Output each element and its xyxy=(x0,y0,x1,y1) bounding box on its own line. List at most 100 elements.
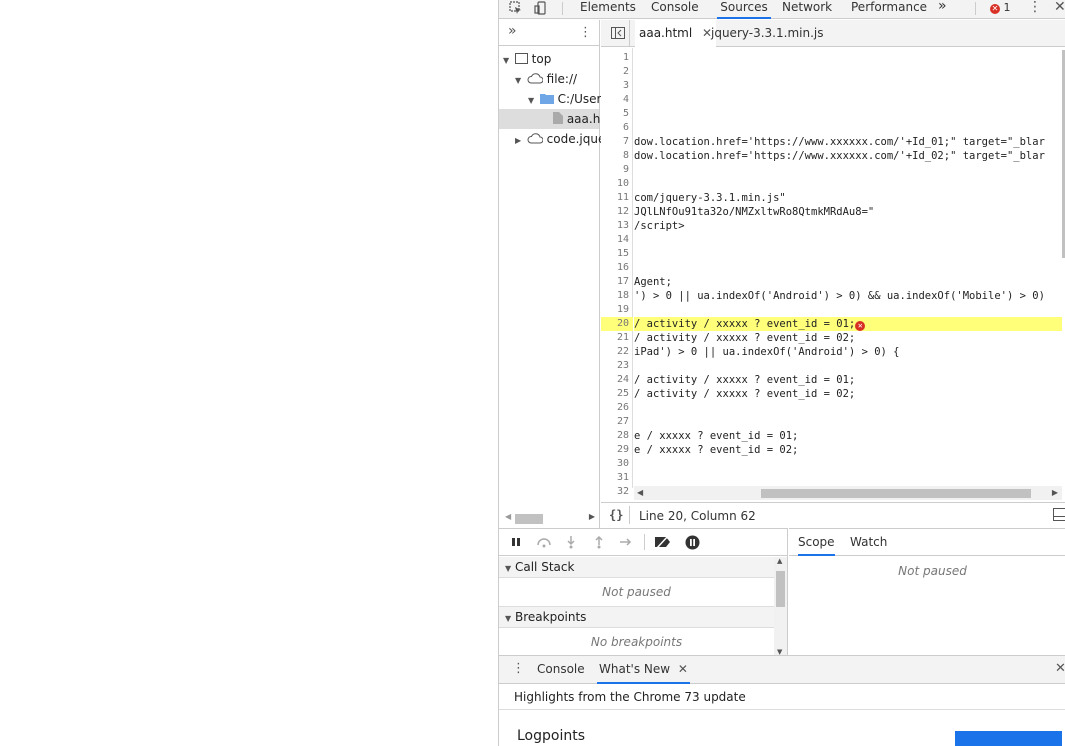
close-drawer-icon[interactable]: ✕ xyxy=(1055,661,1065,676)
code-line[interactable] xyxy=(634,79,1062,93)
line-number[interactable]: 22 xyxy=(617,345,629,359)
line-number[interactable]: 32 xyxy=(617,485,629,499)
line-number[interactable]: 14 xyxy=(617,233,629,247)
line-number[interactable]: 3 xyxy=(623,79,629,93)
code-line[interactable] xyxy=(634,457,1062,471)
line-number[interactable]: 16 xyxy=(617,261,629,275)
scroll-right-icon[interactable]: ▶ xyxy=(1052,488,1058,497)
line-number[interactable]: 10 xyxy=(617,177,629,191)
tab-network[interactable]: Network xyxy=(782,0,832,19)
scroll-left-icon[interactable]: ◀ xyxy=(637,488,643,497)
code-line[interactable]: / activity / xxxxx ? event_id = 01; xyxy=(634,373,1062,387)
line-number[interactable]: 29 xyxy=(617,443,629,457)
code-line[interactable]: com/jquery-3.3.1.min.js" xyxy=(634,191,1062,205)
line-number[interactable]: 6 xyxy=(623,121,629,135)
scroll-left-icon[interactable]: ◀ xyxy=(505,512,511,521)
line-number[interactable]: 11 xyxy=(617,191,629,205)
code-line[interactable] xyxy=(634,415,1062,429)
pause-icon[interactable] xyxy=(511,536,521,551)
scroll-thumb[interactable] xyxy=(515,514,543,524)
code-line[interactable] xyxy=(634,93,1062,107)
code-line[interactable] xyxy=(634,163,1062,177)
toggle-navigator-icon[interactable] xyxy=(611,27,625,42)
step-over-icon[interactable] xyxy=(536,536,552,551)
code-line[interactable]: / activity / xxxxx ? event_id = 02; xyxy=(634,387,1062,401)
line-number[interactable]: 4 xyxy=(623,93,629,107)
code-line[interactable]: Agent; xyxy=(634,275,1062,289)
code-line[interactable]: JQlLNfOu91ta32o/NMZxltwRo8QtmkMRdAu8=" xyxy=(634,205,1062,219)
line-number[interactable]: 26 xyxy=(617,401,629,415)
line-number[interactable]: 2 xyxy=(623,65,629,79)
tree-item-aaa-html[interactable]: aaa.h xyxy=(499,109,600,129)
code-line[interactable] xyxy=(634,261,1062,275)
code-line[interactable]: /script> xyxy=(634,219,1062,233)
scroll-thumb[interactable] xyxy=(761,489,1031,498)
line-number[interactable]: 9 xyxy=(623,163,629,177)
step-out-icon[interactable] xyxy=(594,535,604,552)
navigator-menu-icon[interactable]: ⋮ xyxy=(579,25,592,40)
line-number[interactable]: 23 xyxy=(617,359,629,373)
code-line[interactable]: ') > 0 || ua.indexOf('Android') > 0) && … xyxy=(634,289,1062,303)
code-line[interactable] xyxy=(634,51,1062,65)
code-line[interactable]: dow.location.href='https://www.xxxxxx.co… xyxy=(634,135,1062,149)
breakpoints-header[interactable]: ▼ Breakpoints xyxy=(499,607,774,628)
code-line[interactable]: / activity / xxxxx ? event_id = 02; xyxy=(634,331,1062,345)
line-number[interactable]: 25 xyxy=(617,387,629,401)
line-number[interactable]: 8 xyxy=(623,149,629,163)
code-line[interactable] xyxy=(634,65,1062,79)
code-line[interactable] xyxy=(634,177,1062,191)
code-line[interactable]: e / xxxxx ? event_id = 02; xyxy=(634,443,1062,457)
inspect-element-icon[interactable] xyxy=(509,1,523,15)
error-count-badge[interactable]: ✕ 1 xyxy=(990,1,1011,14)
deactivate-breakpoints-icon[interactable] xyxy=(654,535,672,552)
tab-performance[interactable]: Performance xyxy=(851,0,927,19)
file-tab-aaa-html[interactable]: aaa.html ✕ xyxy=(635,20,717,47)
debugger-scrollbar[interactable]: ▲ ▼ xyxy=(774,557,787,656)
line-number[interactable]: 19 xyxy=(617,303,629,317)
close-tab-icon[interactable]: ✕ xyxy=(678,662,688,676)
line-number[interactable]: 30 xyxy=(617,457,629,471)
pretty-print-button[interactable]: {} xyxy=(609,508,623,522)
file-tab-jquery[interactable]: jquery-3.3.1.min.js xyxy=(711,26,823,40)
tab-console[interactable]: Console xyxy=(651,0,699,19)
step-icon[interactable] xyxy=(619,536,633,551)
line-number[interactable]: 17 xyxy=(617,275,629,289)
line-number[interactable]: 18 xyxy=(617,289,629,303)
line-number[interactable]: 1 xyxy=(623,51,629,65)
more-navigator-tabs-icon[interactable]: » xyxy=(508,23,517,39)
scroll-right-icon[interactable]: ▶ xyxy=(589,512,595,521)
drawer-tab-console[interactable]: Console xyxy=(537,662,585,684)
code-line[interactable] xyxy=(634,121,1062,135)
tree-item-code-jquery[interactable]: ▶ code.jque xyxy=(515,129,605,149)
close-devtools-icon[interactable]: ✕ xyxy=(1054,0,1065,14)
code-line[interactable] xyxy=(634,107,1062,121)
toggle-debugger-icon[interactable] xyxy=(1053,508,1065,524)
line-number[interactable]: 7 xyxy=(623,135,629,149)
device-toolbar-icon[interactable] xyxy=(534,1,548,15)
code-line[interactable]: iPad') > 0 || ua.indexOf('Android') > 0)… xyxy=(634,345,1062,359)
tab-sources[interactable]: Sources xyxy=(717,0,771,19)
code-line[interactable] xyxy=(634,401,1062,415)
line-number[interactable]: 31 xyxy=(617,471,629,485)
line-number[interactable]: 15 xyxy=(617,247,629,261)
call-stack-header[interactable]: ▼ Call Stack xyxy=(499,557,774,578)
navigator-horizontal-scrollbar[interactable]: ◀ ▶ xyxy=(505,512,595,526)
line-number[interactable]: 21 xyxy=(617,331,629,345)
code-line-current[interactable]: / activity / xxxxx ? event_id = 01; ✕ xyxy=(634,317,1062,331)
customize-menu-icon[interactable]: ⋮ xyxy=(1028,0,1042,14)
code-area[interactable]: dow.location.href='https://www.xxxxxx.co… xyxy=(634,48,1062,488)
line-number[interactable]: 27 xyxy=(617,415,629,429)
code-line[interactable] xyxy=(634,247,1062,261)
line-number[interactable]: 13 xyxy=(617,219,629,233)
tab-scope[interactable]: Scope xyxy=(798,535,835,556)
code-line[interactable] xyxy=(634,303,1062,317)
step-into-icon[interactable] xyxy=(566,535,576,552)
line-number[interactable]: 12 xyxy=(617,205,629,219)
tab-watch[interactable]: Watch xyxy=(850,535,887,556)
code-line[interactable] xyxy=(634,233,1062,247)
tree-item-top[interactable]: ▼ top xyxy=(503,49,551,69)
drawer-tab-whats-new[interactable]: What's New ✕ xyxy=(597,662,690,684)
line-number[interactable]: 28 xyxy=(617,429,629,443)
code-line[interactable]: dow.location.href='https://www.xxxxxx.co… xyxy=(634,149,1062,163)
drawer-menu-icon[interactable]: ⋮ xyxy=(512,661,525,676)
